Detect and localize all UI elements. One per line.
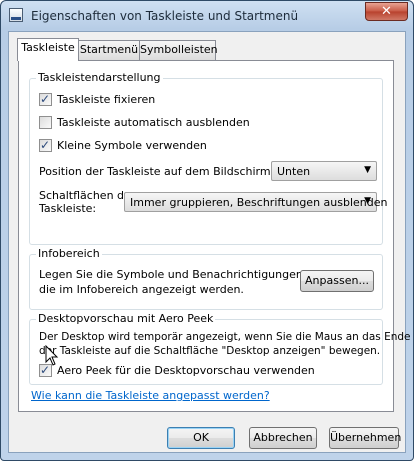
taskbar-position-label: Position der Taskleiste auf dem Bildschi… xyxy=(39,165,275,178)
apply-button[interactable]: Übernehmen xyxy=(329,427,401,449)
small-icons-label: Kleine Symbole verwenden xyxy=(57,139,207,152)
taskbar-position-value: Unten xyxy=(277,165,311,178)
aero-peek-text-line2: der Taskleiste auf die Schaltfläche "Des… xyxy=(39,345,381,357)
checkbox-box[interactable]: ✓ xyxy=(39,92,52,106)
tab-panel-taskleiste: Taskleistendarstellung ✓ Taskleiste fixi… xyxy=(18,60,411,412)
notification-area-text-line1: Legen Sie die Symbole und Benachrichtigu… xyxy=(39,268,331,281)
group-title-aero-peek: Desktopvorschau mit Aero Peek xyxy=(36,312,216,325)
dialog-client-area: Taskleiste Startmenü Symbolleisten Taskl… xyxy=(8,31,411,453)
group-title-notification-area: Infobereich xyxy=(36,247,102,260)
chevron-down-icon: ▼ xyxy=(364,165,371,175)
title-bar[interactable]: Eigenschaften von Taskleiste und Startme… xyxy=(1,1,413,31)
chevron-down-icon: ▼ xyxy=(364,196,371,206)
checkmark-icon: ✓ xyxy=(40,92,51,106)
checkmark-icon: ✓ xyxy=(40,138,51,152)
notification-area-text-line2: die im Infobereich angezeigt werden. xyxy=(39,283,244,296)
checkbox-box[interactable]: ✓ xyxy=(39,138,52,152)
customize-button[interactable]: Anpassen... xyxy=(300,270,374,292)
ok-button[interactable]: OK xyxy=(167,427,235,449)
taskbar-position-select[interactable]: Unten ▼ xyxy=(271,161,377,181)
group-notification-area: Infobereich Legen Sie die Symbole und Be… xyxy=(29,247,383,310)
tab-startmenu[interactable]: Startmenü xyxy=(78,40,140,60)
help-link[interactable]: Wie kann die Taskleiste angepasst werden… xyxy=(31,389,270,402)
aero-peek-text-line1: Der Desktop wird temporär angezeigt, wen… xyxy=(39,331,411,343)
cancel-button[interactable]: Abbrechen xyxy=(249,427,317,449)
tab-symbolleisten[interactable]: Symbolleisten xyxy=(139,40,218,60)
aero-peek-label: Aero Peek für die Desktopvorschau verwen… xyxy=(57,364,315,377)
autohide-taskbar-label: Taskleiste automatisch ausblenden xyxy=(57,116,250,129)
group-taskbar-appearance: Taskleistendarstellung ✓ Taskleiste fixi… xyxy=(29,71,387,245)
window-title: Eigenschaften von Taskleiste und Startme… xyxy=(31,9,299,23)
close-button[interactable]: ✕ xyxy=(365,2,408,21)
taskbar-buttons-select[interactable]: Immer gruppieren, Beschriftungen ausblen… xyxy=(124,192,387,212)
taskbar-buttons-label-line2: Taskleiste: xyxy=(39,202,97,215)
properties-dialog: Eigenschaften von Taskleiste und Startme… xyxy=(0,0,414,461)
mouse-pointer-icon xyxy=(45,345,59,366)
taskbar-buttons-value: Immer gruppieren, Beschriftungen ausblen… xyxy=(130,196,388,209)
group-aero-peek: Desktopvorschau mit Aero Peek Der Deskto… xyxy=(29,312,411,385)
group-title-taskbar-appearance: Taskleistendarstellung xyxy=(36,71,163,84)
taskbar-properties-icon xyxy=(9,8,23,22)
lock-taskbar-label: Taskleiste fixieren xyxy=(57,93,156,106)
tab-taskleiste[interactable]: Taskleiste xyxy=(17,38,79,61)
taskbar-buttons-label-line1: Schaltflächen der xyxy=(39,189,136,202)
checkbox-box[interactable] xyxy=(39,116,52,129)
